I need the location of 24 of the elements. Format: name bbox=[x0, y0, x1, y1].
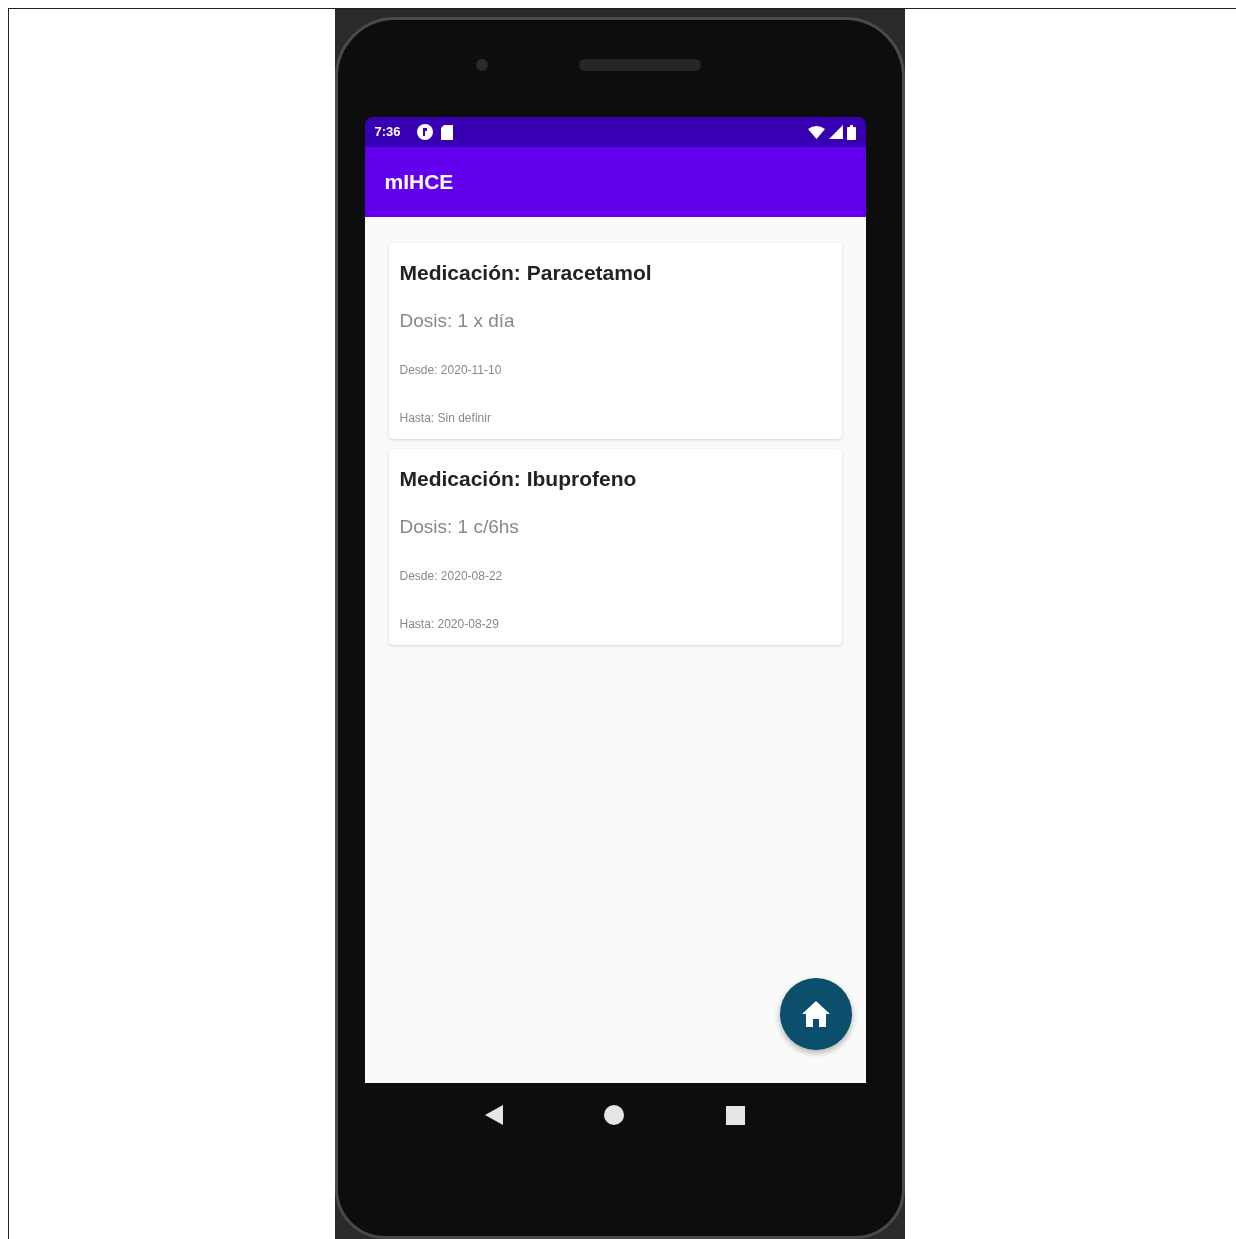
start-date: Desde: 2020-08-22 bbox=[399, 568, 504, 585]
end-date: Hasta: Sin definir bbox=[399, 410, 492, 427]
medication-title: Medicación: Paracetamol bbox=[399, 260, 653, 286]
status-time: 7:36 bbox=[374, 123, 401, 142]
signal-icon bbox=[828, 125, 843, 139]
medication-card[interactable]: Medicación: Paracetamol Dosis: 1 x día Desde: 2020-11-10 Hasta: Sin definir bbox=[388, 243, 842, 439]
medication-title: Medicación: Ibuprofeno bbox=[399, 466, 638, 492]
sd-card-icon bbox=[440, 124, 453, 140]
notification-icon bbox=[416, 124, 433, 140]
home-nav-icon[interactable] bbox=[604, 1105, 625, 1125]
camera-icon bbox=[474, 58, 489, 72]
speaker-grille-icon bbox=[578, 59, 701, 71]
dose-text: Dosis: 1 x día bbox=[399, 308, 516, 333]
home-button[interactable] bbox=[779, 978, 852, 1050]
app-title: mIHCE bbox=[384, 169, 454, 196]
home-icon bbox=[800, 1000, 831, 1028]
dose-text: Dosis: 1 c/6hs bbox=[399, 514, 520, 539]
end-date: Hasta: 2020-08-29 bbox=[399, 616, 500, 633]
overview-icon[interactable] bbox=[725, 1105, 745, 1125]
medication-card[interactable]: Medicación: Ibuprofeno Dosis: 1 c/6hs Desde: 2020-08-22 Hasta: 2020-08-29 bbox=[388, 449, 842, 645]
back-icon[interactable] bbox=[485, 1105, 504, 1125]
battery-icon bbox=[846, 124, 856, 140]
wifi-icon bbox=[807, 125, 825, 139]
start-date: Desde: 2020-11-10 bbox=[399, 362, 503, 379]
